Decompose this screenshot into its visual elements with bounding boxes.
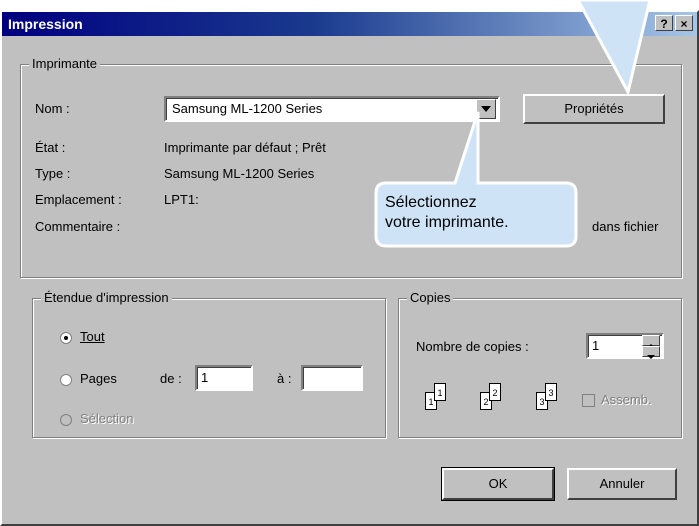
callout-line2: votre imprimante.: [385, 214, 509, 231]
callout-overlay: [374, 0, 652, 248]
top-callout-pointer: [576, 0, 652, 97]
callout-text: Sélectionnez votre imprimante.: [385, 193, 567, 233]
callout-line1: Sélectionnez: [385, 194, 477, 211]
